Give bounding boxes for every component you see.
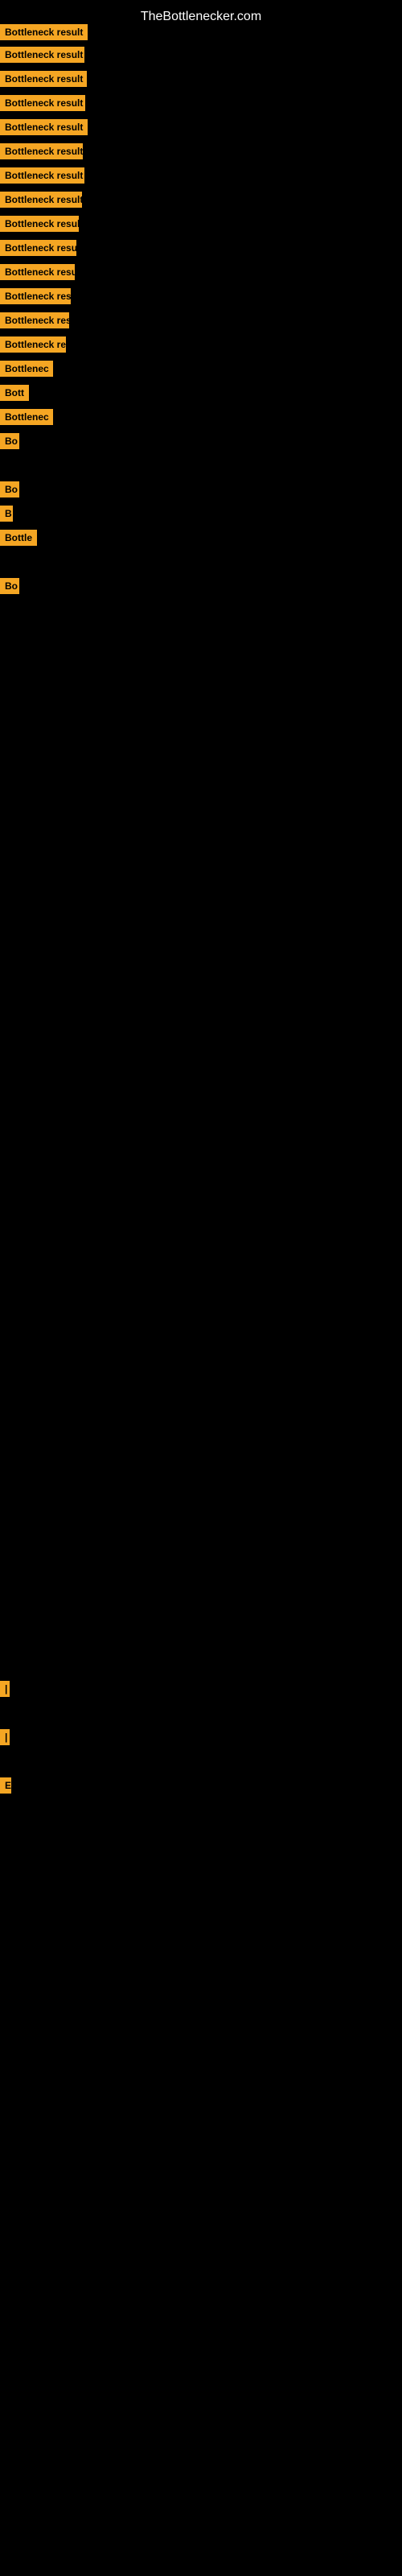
bottleneck-badge: | [0, 1729, 10, 1745]
bottleneck-badge: Bott [0, 385, 29, 401]
bottleneck-badge: Bottleneck result [0, 24, 88, 40]
bottleneck-badge: Bo [0, 578, 19, 594]
bottleneck-badge: Bottleneck result [0, 192, 82, 208]
bottleneck-badge: Bottleneck res [0, 288, 71, 304]
bottleneck-badge: Bo [0, 481, 19, 497]
bottleneck-badge: | [0, 1681, 10, 1697]
bottleneck-badge: Bottle [0, 530, 37, 546]
bottleneck-badge: Bottlenec [0, 361, 53, 377]
bottleneck-badge: Bottleneck result [0, 167, 84, 184]
bottleneck-badge: Bottleneck res [0, 312, 69, 328]
bottleneck-badge: E [0, 1777, 11, 1794]
bottleneck-badge: B [0, 506, 13, 522]
bottleneck-badge: Bottleneck resu [0, 240, 76, 256]
bottleneck-badge: Bottleneck result [0, 119, 88, 135]
bottleneck-badge: Bottleneck re [0, 336, 66, 353]
bottleneck-badge: Bo [0, 433, 19, 449]
bottleneck-badge: Bottlenec [0, 409, 53, 425]
bottleneck-badge: Bottleneck resu [0, 264, 75, 280]
bottleneck-badge: Bottleneck result [0, 47, 84, 63]
bottleneck-badge: Bottleneck resul [0, 216, 79, 232]
bottleneck-badge: Bottleneck result [0, 71, 87, 87]
bottleneck-badge: Bottleneck result [0, 95, 85, 111]
bottleneck-badge: Bottleneck result [0, 143, 83, 159]
